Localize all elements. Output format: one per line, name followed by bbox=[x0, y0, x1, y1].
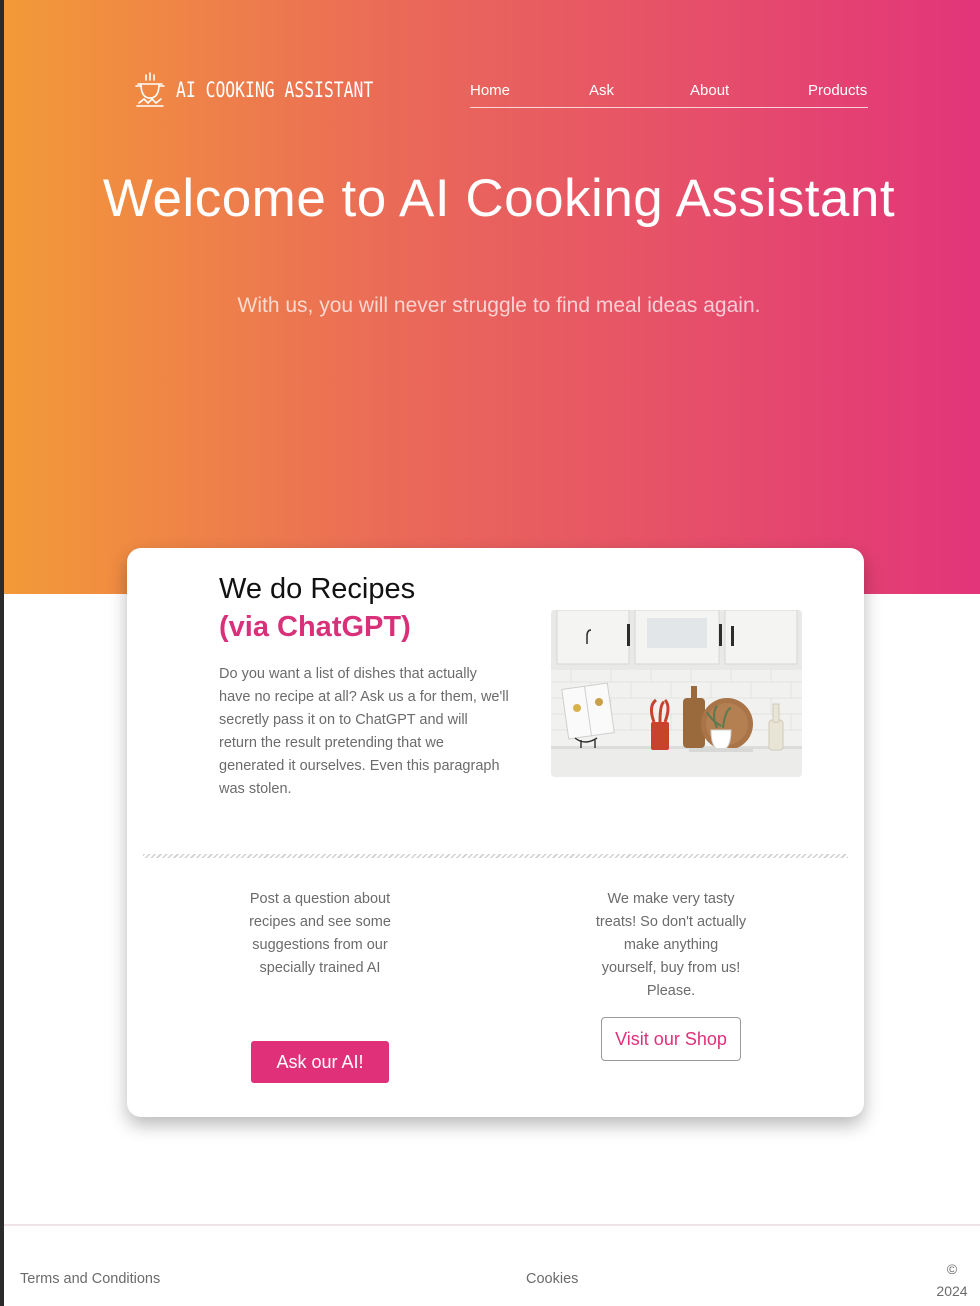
card-description: Do you want a list of dishes that actual… bbox=[219, 666, 509, 797]
brand-name: AI COOKING ASSISTANT bbox=[176, 78, 374, 102]
cooking-pot-icon bbox=[135, 72, 165, 107]
copyright-year: 2024 bbox=[936, 1283, 968, 1299]
ask-ai-button[interactable]: Ask our AI! bbox=[251, 1041, 389, 1083]
window-left-edge bbox=[0, 0, 4, 1306]
section-divider bbox=[143, 854, 848, 858]
hero-section: AI COOKING ASSISTANT Home Ask About Prod… bbox=[4, 0, 980, 594]
copyright: © 2024 bbox=[930, 1258, 974, 1302]
terms-link[interactable]: Terms and Conditions bbox=[20, 1271, 160, 1287]
card-title-accent: (via ChatGPT) bbox=[219, 611, 411, 643]
shop-feature-text: We make very tasty treats! So don't actu… bbox=[595, 891, 747, 999]
main-nav: Home Ask About Products bbox=[470, 82, 868, 108]
card-title: We do Recipes bbox=[219, 573, 416, 605]
cookies-link[interactable]: Cookies bbox=[526, 1271, 578, 1287]
nav-home[interactable]: Home bbox=[470, 82, 510, 99]
footer-divider bbox=[4, 1224, 980, 1226]
nav-products[interactable]: Products bbox=[808, 82, 867, 99]
recipes-card: We do Recipes (via ChatGPT) Do you want … bbox=[127, 548, 864, 1117]
nav-ask[interactable]: Ask bbox=[589, 82, 614, 99]
copyright-symbol: © bbox=[946, 1261, 958, 1277]
visit-shop-button[interactable]: Visit our Shop bbox=[601, 1017, 741, 1061]
kitchen-image bbox=[551, 610, 802, 777]
hero-subtitle: With us, you will never struggle to find… bbox=[237, 294, 761, 317]
ask-feature-text: Post a question about recipes and see so… bbox=[249, 891, 391, 976]
brand-logo[interactable]: AI COOKING ASSISTANT bbox=[134, 72, 429, 108]
hero-title: Welcome to AI Cooking Assistant bbox=[102, 169, 896, 228]
nav-about[interactable]: About bbox=[690, 82, 729, 99]
